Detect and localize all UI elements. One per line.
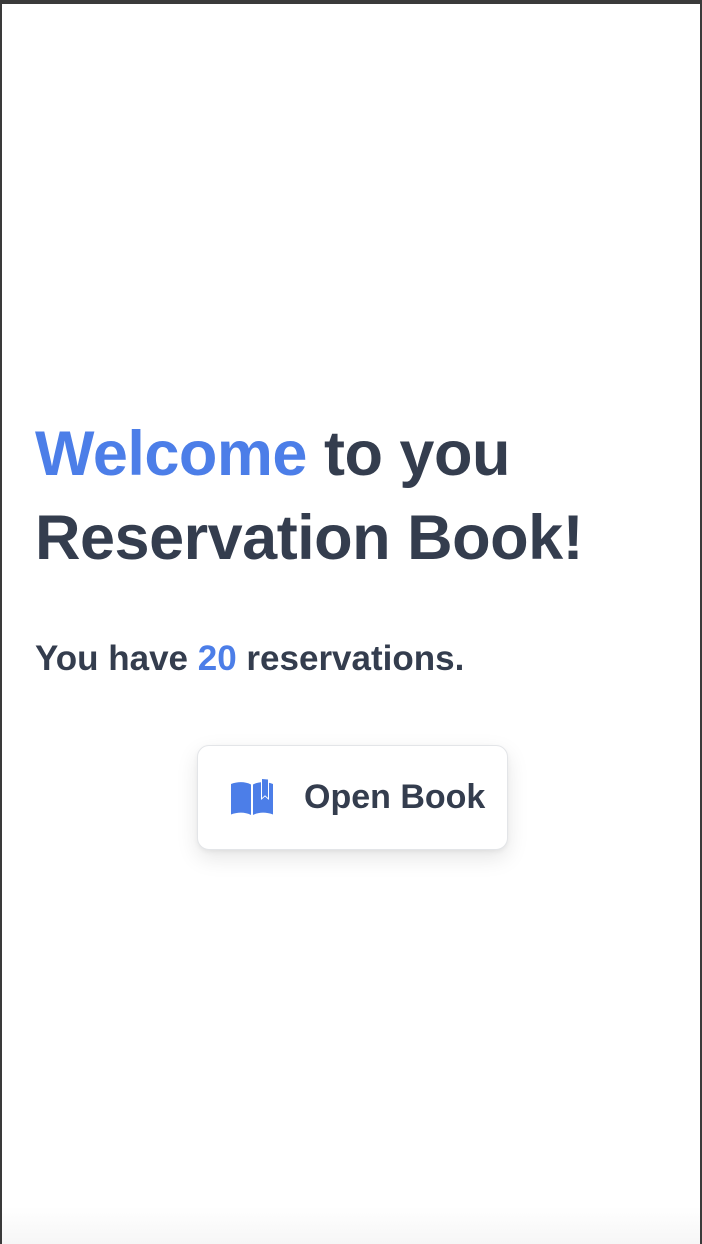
- open-book-button[interactable]: Open Book: [197, 745, 508, 850]
- open-book-label: Open Book: [304, 778, 486, 816]
- book-open-icon: [231, 778, 273, 815]
- summary-prefix: You have: [35, 639, 189, 678]
- summary-suffix: reservations.: [246, 639, 465, 678]
- welcome-accent-word: Welcome: [35, 419, 307, 489]
- welcome-section: Welcome to you Reservation Book! You have…: [35, 412, 675, 678]
- welcome-line2: Reservation Book!: [35, 503, 584, 573]
- welcome-heading: Welcome to you Reservation Book!: [35, 412, 675, 580]
- reservation-count: 20: [197, 639, 237, 678]
- app-frame: Welcome to you Reservation Book! You have…: [0, 0, 702, 1244]
- reservation-summary: You have 20 reservations.: [35, 637, 464, 681]
- welcome-line1-rest: to you: [323, 419, 510, 489]
